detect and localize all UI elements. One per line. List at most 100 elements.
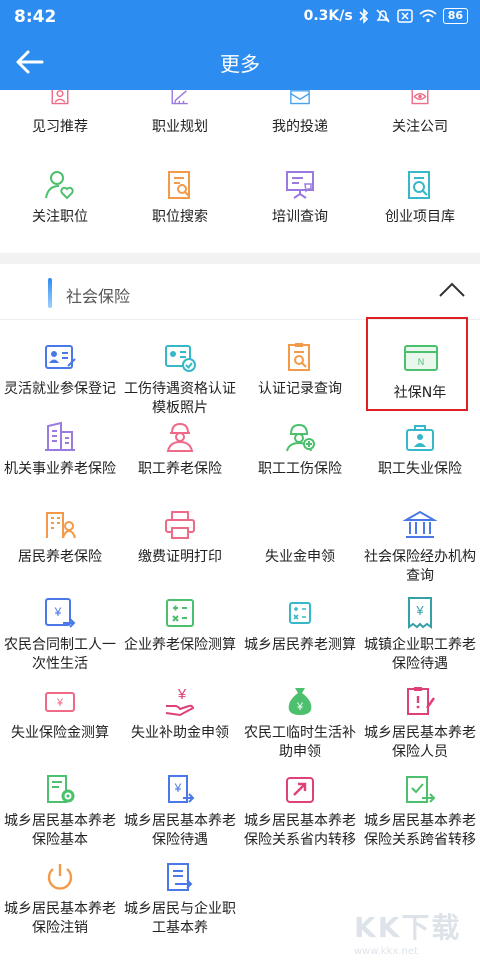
yen-transfer-icon: ¥ [45,598,76,628]
list-transfer-icon [167,863,193,891]
id-card-icon [45,345,76,369]
grid-item-enterprise-pension-calc[interactable]: 企业养老保险测算 [120,596,240,655]
grid-item-resident-pension-benefit[interactable]: ¥ 城乡居民基本养老保险待遇 [120,772,240,850]
grid-item-training-query[interactable]: 培训查询 [240,168,360,227]
grid-item-label: 我的投递 [272,119,328,135]
grid-item-position-search[interactable]: 职位搜索 [120,168,240,227]
grid-item-label: 关注职位 [32,209,88,225]
status-time: 8:42 [14,7,57,27]
page-title: 更多 [220,52,260,76]
scroll-content[interactable]: 见习推荐 职业规划 我的投递 关注公司 关注职位 职位搜索 培训查询 创业项目库… [0,90,480,960]
grid-item-label: 关注公司 [392,119,448,135]
grid-item-label: 机关事业养老保险 [4,461,116,477]
grid-item-resident-employee-pension-link[interactable]: 城乡居民与企业职工基本养 [120,860,240,938]
worker-icon [166,422,194,452]
yen-document-icon: ¥ [168,775,195,803]
grid-item-label: 职工养老保险 [138,461,222,477]
grid-item-resident-pension-personnel[interactable]: 城乡居民基本养老保险人员 [360,684,480,762]
person-heart-icon [45,171,74,200]
grid-item-unemployment-subsidy-apply[interactable]: ¥ 失业补助金申领 [120,684,240,743]
document-search-icon [168,171,190,199]
grid-item-payment-certificate-print[interactable]: 缴费证明打印 [120,508,240,567]
section-accent-bar [48,278,52,308]
grid-item-injury-certification-photo[interactable]: 工伤待遇资格认证模板照片 [120,340,240,418]
grid-item-employee-injury[interactable]: 职工工伤保险 [240,420,360,479]
grid-item-career-plan[interactable]: 职业规划 [120,90,240,137]
grid-item-label: 农民合同制工人一次性生活 [4,637,116,672]
grid-item-employee-unemployment[interactable]: 职工失业保险 [360,420,480,479]
grid-item-label: 城乡居民基本养老保险关系省内转移 [244,813,356,848]
grid-item-certification-records[interactable]: 认证记录查询 [240,340,360,399]
battery-indicator: 86 [442,8,468,24]
grid-item-flexible-employment-registration[interactable]: 灵活就业参保登记 [0,340,120,399]
grid-item-farmer-contract-lump-sum[interactable]: ¥ 农民合同制工人一次性生活 [0,596,120,674]
grid-item-label: 城乡居民基本养老保险注销 [4,901,116,936]
calculator-icon [166,599,194,627]
grid-item-label: 城乡居民与企业职工基本养 [124,901,236,936]
grid-item-resident-pension-calc[interactable]: 城乡居民养老测算 [240,596,360,655]
yen-receipt-icon: ¥ [408,597,432,629]
grid-item-label: 培训查询 [272,209,328,225]
section-title: 社会保险 [66,287,131,306]
grid-item-label: 缴费证明打印 [138,549,222,565]
ruler-icon [171,90,188,105]
chevron-up-icon[interactable] [438,280,466,300]
clipboard-alert-icon [407,687,435,715]
grid-item-urban-employee-pension-benefit[interactable]: ¥ 城镇企业职工养老保险待遇 [360,596,480,674]
grid-item-label: 城乡居民基本养老保险人员 [364,725,476,760]
grid-item-resident-pension-intra-province-transfer[interactable]: 城乡居民基本养老保险关系省内转移 [240,772,360,850]
section-job-services: 见习推荐 职业规划 我的投递 关注公司 关注职位 职位搜索 培训查询 创业项目库 [0,90,480,253]
svg-text:¥: ¥ [177,686,187,703]
grid-item-my-applications[interactable]: 我的投递 [240,90,360,137]
hand-yen-icon: ¥ [165,686,195,717]
svg-text:¥: ¥ [415,603,424,618]
grid-item-internship-recommend[interactable]: 见习推荐 [0,90,120,137]
blank-icon [283,508,317,542]
section-header[interactable]: 社会保险 [0,264,480,320]
network-speed: 0.3K/s [303,8,353,24]
grid-item-label: 工伤待遇资格认证模板照片 [124,381,236,416]
id-card-check-icon [165,345,196,372]
bluetooth-icon [359,8,368,24]
document-gear-icon [47,775,75,803]
grid-item-unemployment-benefit-apply[interactable]: 失业金申领 [240,508,360,567]
check-transfer-icon [406,776,436,803]
grid-item-employee-pension[interactable]: 职工养老保险 [120,420,240,479]
transfer-arrow-box-icon [286,777,314,803]
grid-item-resident-pension[interactable]: 居民养老保险 [0,508,120,567]
eye-document-icon [411,90,429,105]
grid-item-label: 职工工伤保险 [258,461,342,477]
grid-item-label: 见习推荐 [32,119,88,135]
person-document-icon [51,90,69,105]
grid-item-label: 失业保险金测算 [11,725,109,741]
grid-item-unemployment-insurance-calc[interactable]: ¥ 失业保险金测算 [0,684,120,743]
grid-item-resident-pension-cross-province-transfer[interactable]: 城乡居民基本养老保险关系跨省转移 [360,772,480,850]
grid-item-follow-company[interactable]: 关注公司 [360,90,480,137]
power-icon [47,864,73,890]
grid-item-startup-projects[interactable]: 创业项目库 [360,168,480,227]
grid-item-label: 城乡居民养老测算 [244,637,356,653]
svg-text:¥: ¥ [296,701,304,713]
grid-item-resident-pension-cancel[interactable]: 城乡居民基本养老保险注销 [0,860,120,938]
grid-item-agency-query[interactable]: 社会保险经办机构查询 [360,508,480,586]
grid-item-government-pension[interactable]: 机关事业养老保险 [0,420,120,479]
helmet-worker-icon [286,423,315,452]
building-icon [45,421,75,451]
watermark-text: KK下载 [354,911,462,944]
presentation-board-icon [286,171,314,199]
grid-item-migrant-living-subsidy[interactable]: ¥ 农民工临时生活补助申领 [240,684,360,762]
grid-item-resident-pension-basic[interactable]: 城乡居民基本养老保险基本 [0,772,120,850]
watermark-url: www.kkx.net [354,946,418,957]
document-magnifier-icon [408,171,430,199]
grid-item-label: 职位搜索 [152,209,208,225]
yen-card-icon: ¥ [45,692,75,712]
grid-item-follow-position[interactable]: 关注职位 [0,168,120,227]
grid-item-label: 灵活就业参保登记 [4,381,116,397]
briefcase-person-icon [406,425,434,451]
nav-bar: 更多 [0,34,480,90]
status-right: 0.3K/s 86 [304,8,468,24]
grid-item-label: 居民养老保险 [18,549,102,565]
grid-item-label: 职工失业保险 [378,461,462,477]
envelope-icon [290,90,310,105]
grid-item-label: 失业补助金申领 [131,725,229,741]
